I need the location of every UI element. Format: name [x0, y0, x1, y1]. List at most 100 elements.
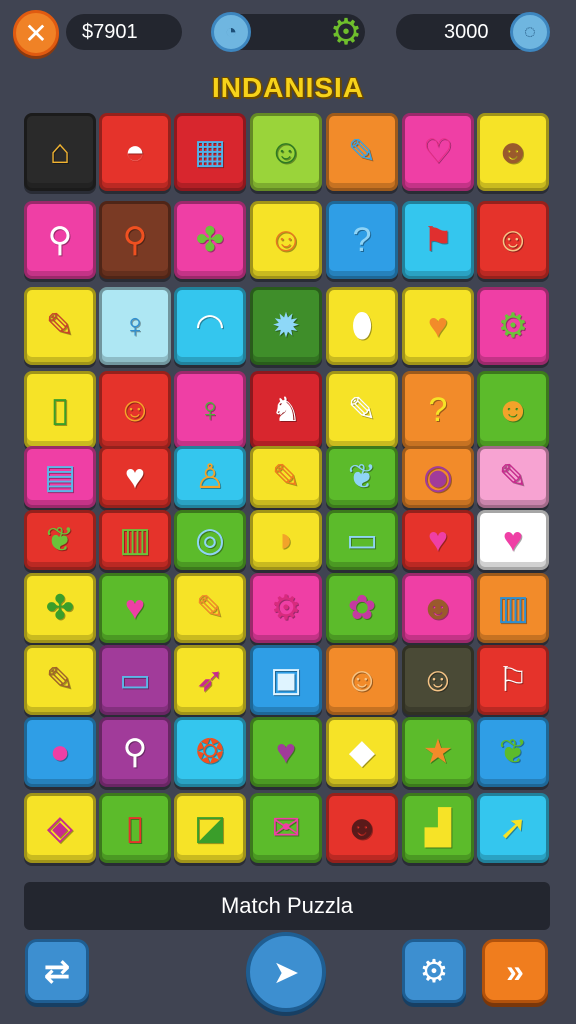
tile-baby-face-icon[interactable]: ☺	[477, 201, 549, 279]
tile-leaf-icon[interactable]: ❦	[24, 510, 96, 570]
tile-speech-heart-icon[interactable]: ♥	[250, 717, 322, 787]
tile-lion-icon[interactable]: ☺	[250, 201, 322, 279]
flower-icon: ✿	[347, 589, 377, 627]
pill-icon: ⬮	[351, 307, 373, 345]
tile-turtle-icon[interactable]: ✤	[24, 573, 96, 643]
tile-heart-icon[interactable]: ♥	[402, 287, 474, 365]
tile-house-icon[interactable]: ⌂	[24, 113, 96, 191]
leaf-icon: ❦	[498, 733, 528, 771]
tile-cog-icon[interactable]: ⚙	[250, 573, 322, 643]
tile-face-icon[interactable]: ☺	[326, 645, 398, 715]
tile-sun-icon[interactable]: ✹	[250, 287, 322, 365]
tile-heart-icon[interactable]: ♡	[402, 113, 474, 191]
money-value: $7901	[82, 20, 138, 43]
face-icon: ☻	[495, 133, 531, 171]
tile-face-icon[interactable]: ☻	[477, 113, 549, 191]
tile-eraser-icon[interactable]: ✎	[24, 287, 96, 365]
fast-forward-button[interactable]: »	[482, 939, 548, 1003]
tile-trash-icon[interactable]: ▥	[477, 573, 549, 643]
tile-bread-icon[interactable]: ◗	[250, 510, 322, 570]
tile-heart-icon[interactable]: ♥	[99, 573, 171, 643]
tile-key-icon[interactable]: ♀	[174, 371, 246, 449]
stripes-icon: ▥	[118, 521, 152, 559]
tile-face-icon[interactable]: ☺	[402, 645, 474, 715]
tile-carrot-icon[interactable]: ✎	[174, 573, 246, 643]
tile-shovel-icon[interactable]: ✎	[24, 645, 96, 715]
tile-phone-icon[interactable]: ▯	[24, 371, 96, 449]
tile-magnifier-icon[interactable]: ⚲	[99, 201, 171, 279]
tile-star-icon[interactable]: ★	[402, 717, 474, 787]
toolbox-icon: ▦	[193, 133, 227, 171]
tile-leaf-icon[interactable]: ❦	[477, 717, 549, 787]
tile-bar-chart-icon[interactable]: ▟	[402, 793, 474, 863]
flag-icon: ⚑	[422, 221, 454, 259]
tile-arrow-icon[interactable]: ➚	[477, 793, 549, 863]
key-icon: ♀	[122, 307, 148, 345]
tile-eraser-icon[interactable]: ✎	[477, 446, 549, 508]
speech-heart-icon: ♥	[275, 733, 297, 771]
tile-heart-icon[interactable]: ♥	[99, 446, 171, 508]
tile-ninja-face-icon[interactable]: ☻	[326, 793, 398, 863]
tile-cog-icon[interactable]: ⚙	[477, 287, 549, 365]
tile-flower-icon[interactable]: ✿	[326, 573, 398, 643]
cog-icon: ⚙	[497, 307, 529, 345]
settings-button[interactable]: ⚙	[402, 939, 466, 1003]
score-icon: ◌	[510, 12, 550, 52]
tile-pill-icon[interactable]: ⬮	[326, 287, 398, 365]
tile-smiley-heart-icon[interactable]: ♥	[402, 510, 474, 570]
tile-face-icon[interactable]: ☻	[402, 573, 474, 643]
tile-flame-icon[interactable]: ❂	[174, 717, 246, 787]
tile-cube-icon[interactable]: ◪	[174, 793, 246, 863]
tile-sign-icon[interactable]: ▭	[99, 645, 171, 715]
tile-rocking-horse-icon[interactable]: ♞	[250, 371, 322, 449]
tile-lollipop-icon[interactable]: ⚲	[24, 201, 96, 279]
tile-heart-icon[interactable]: ♥	[477, 510, 549, 570]
tile-books-icon[interactable]: ▤	[24, 446, 96, 508]
tile-tiki-icon[interactable]: ☻	[477, 371, 549, 449]
close-button[interactable]: ✕	[13, 10, 59, 56]
tile-brush-icon[interactable]: ✎	[326, 113, 398, 191]
tile-flag-icon[interactable]: ⚐	[477, 645, 549, 715]
tile-question-icon[interactable]: ?	[326, 201, 398, 279]
tile-rolling-pin-icon[interactable]: ✎	[326, 371, 398, 449]
tile-stripes-icon[interactable]: ▥	[99, 510, 171, 570]
tile-rocket-icon[interactable]: ➶	[174, 645, 246, 715]
tile-figure-icon[interactable]: ♙	[174, 446, 246, 508]
tile-eye-icon[interactable]: ◉	[402, 446, 474, 508]
tile-carrot-icon[interactable]: ✎	[250, 446, 322, 508]
eraser-icon: ✎	[45, 307, 75, 345]
magnifier-icon: ⚲	[122, 221, 148, 259]
tile-frame-icon[interactable]: ▣	[250, 645, 322, 715]
tile-diamond-icon[interactable]: ◆	[326, 717, 398, 787]
tile-pouch-icon[interactable]: ◠	[174, 287, 246, 365]
tile-toolbox-icon[interactable]: ▦	[174, 113, 246, 191]
tile-magnifier-icon[interactable]: ⚲	[99, 717, 171, 787]
tile-envelope-icon[interactable]: ✉	[250, 793, 322, 863]
tile-splat-icon[interactable]: ✤	[174, 201, 246, 279]
tile-bowl-icon[interactable]: ◓	[99, 113, 171, 191]
tile-flag-icon[interactable]: ⚑	[402, 201, 474, 279]
tile-question-icon[interactable]: ?	[402, 371, 474, 449]
tile-bucket-icon[interactable]: ◈	[24, 793, 96, 863]
gear-icon: ⚙	[419, 953, 449, 989]
bar-chart-icon: ▟	[424, 809, 452, 847]
cat-face-icon: ☺	[117, 391, 153, 429]
tile-leaf-icon[interactable]: ❦	[326, 446, 398, 508]
eraser-icon: ✎	[498, 458, 528, 496]
tile-key-icon[interactable]: ♀	[99, 287, 171, 365]
smiley-icon: ☺	[268, 133, 304, 171]
heart-icon: ♥	[427, 307, 449, 345]
tile-cat-face-icon[interactable]: ☺	[99, 371, 171, 449]
gear-icon[interactable]: ⚙	[326, 12, 366, 52]
tile-ring-icon[interactable]: ◎	[174, 510, 246, 570]
game-label: Match Puzzla	[220, 893, 354, 918]
tile-bird-icon[interactable]: ●	[24, 717, 96, 787]
pointer-button[interactable]: ➤	[246, 932, 326, 1012]
tile-book-icon[interactable]: ▭	[326, 510, 398, 570]
tile-remote-icon[interactable]: ▯	[99, 793, 171, 863]
carrot-icon: ✎	[271, 458, 301, 496]
shuffle-button[interactable]: ⇄	[25, 939, 89, 1003]
sun-icon: ✹	[271, 307, 301, 345]
books-icon: ▤	[43, 458, 77, 496]
tile-smiley-icon[interactable]: ☺	[250, 113, 322, 191]
